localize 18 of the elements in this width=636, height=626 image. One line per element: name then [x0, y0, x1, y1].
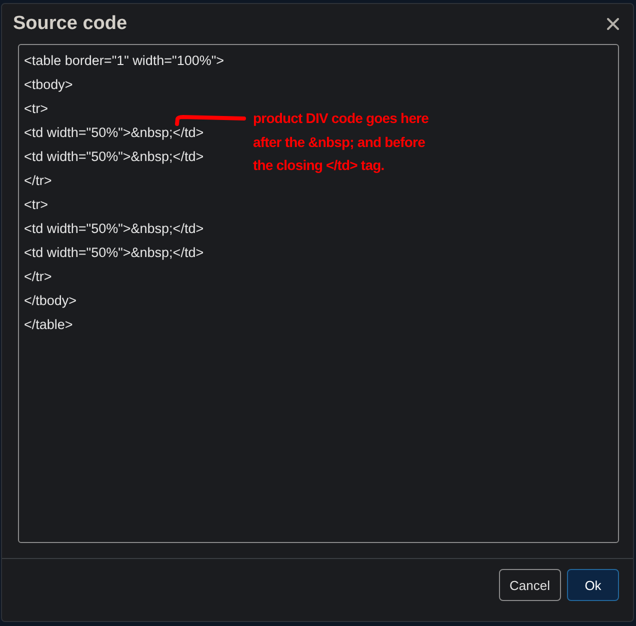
code-line: </table>	[24, 316, 73, 334]
code-line: <td width="50%">&nbsp;</td>	[24, 148, 204, 166]
code-line: <tbody>	[24, 76, 73, 94]
annotation-text: product DIV code goes here after the &nbsp; and before the closing </td> tag.	[253, 109, 429, 175]
code-line: <tr>	[24, 196, 48, 214]
code-line: </tr>	[24, 268, 52, 286]
code-line: <td width="50%">&nbsp;</td>	[24, 124, 204, 142]
code-line: </tr>	[24, 172, 52, 190]
code-editor-field[interactable]	[18, 44, 619, 543]
ok-button[interactable]: Ok	[567, 569, 619, 601]
code-line: <table border="1" width="100%">	[24, 52, 224, 70]
cancel-button[interactable]: Cancel	[498, 569, 561, 601]
code-line: <tr>	[24, 100, 48, 118]
code-line: <td width="50%">&nbsp;</td>	[24, 244, 204, 262]
close-icon[interactable]	[607, 18, 619, 30]
code-line: </tbody>	[24, 292, 77, 310]
code-line: <td width="50%">&nbsp;</td>	[24, 220, 204, 238]
dialog-title: Source code	[13, 13, 128, 35]
